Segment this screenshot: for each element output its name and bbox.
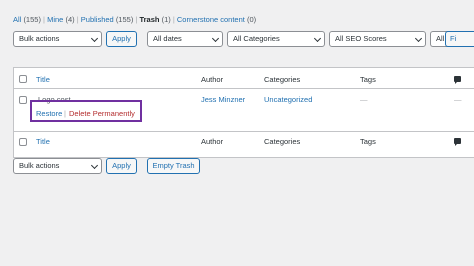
categories-filter-select[interactable]: All Categories: [227, 31, 325, 47]
seo-score-filter-select[interactable]: All SEO Scores: [329, 31, 426, 47]
bulk-actions-select-bottom[interactable]: Bulk actions: [13, 158, 102, 174]
select-all-checkbox-footer[interactable]: [19, 138, 27, 146]
view-all-count: (155): [23, 15, 41, 24]
seo-score-filter-value: All SEO Scores: [335, 34, 387, 43]
column-title-header[interactable]: Title: [36, 75, 50, 84]
view-published-count: (155): [115, 15, 134, 24]
post-category-link[interactable]: Uncategorized: [264, 95, 312, 104]
row-checkbox[interactable]: [19, 96, 27, 104]
apply-button-bottom[interactable]: Apply: [106, 158, 137, 174]
column-title-footer[interactable]: Title: [36, 137, 50, 146]
view-cornerstone-link[interactable]: Cornerstone content: [177, 15, 245, 24]
chevron-down-icon: [414, 34, 423, 43]
view-trash-current[interactable]: Trash: [139, 15, 159, 24]
view-cornerstone-count: (0): [246, 15, 257, 24]
view-mine-link[interactable]: Mine: [47, 15, 63, 24]
status-views: All (155) | Mine (4) | Published (155) |…: [13, 15, 256, 24]
select-all-checkbox[interactable]: [19, 75, 27, 83]
column-categories-footer: Categories: [264, 137, 301, 146]
dates-filter-value: All dates: [153, 34, 182, 43]
empty-trash-button[interactable]: Empty Trash: [147, 158, 200, 174]
dates-filter-select[interactable]: All dates: [147, 31, 223, 47]
view-published-link[interactable]: Published: [81, 15, 114, 24]
view-mine-count: (4): [65, 15, 75, 24]
post-comments-empty: —: [454, 95, 462, 104]
chevron-down-icon: [313, 34, 322, 43]
chevron-down-icon: [90, 161, 99, 170]
bulk-actions-select-top[interactable]: Bulk actions: [13, 31, 102, 47]
column-categories-header: Categories: [264, 75, 301, 84]
comments-column-icon[interactable]: [454, 76, 461, 84]
view-separator: |: [172, 15, 175, 24]
view-all-link[interactable]: All: [13, 15, 21, 24]
view-separator: |: [76, 15, 79, 24]
row-actions-highlight: [30, 100, 142, 122]
post-author-link[interactable]: Jess Minzner: [201, 95, 245, 104]
view-separator: |: [43, 15, 45, 24]
apply-button-top[interactable]: Apply: [106, 31, 137, 47]
footer-divider: [14, 131, 474, 132]
column-tags-header: Tags: [360, 75, 376, 84]
bulk-actions-value: Bulk actions: [19, 161, 60, 170]
header-divider: [14, 88, 474, 89]
column-tags-footer: Tags: [360, 137, 376, 146]
view-separator: |: [135, 15, 138, 24]
categories-filter-value: All Categories: [233, 34, 280, 43]
post-tags-empty: —: [360, 95, 368, 104]
comments-column-icon-footer[interactable]: [454, 138, 461, 146]
chevron-down-icon: [90, 34, 99, 43]
column-author-header: Author: [201, 75, 224, 84]
view-trash-count: (1): [161, 15, 171, 24]
bulk-actions-value: Bulk actions: [19, 34, 60, 43]
chevron-down-icon: [211, 34, 220, 43]
column-author-footer: Author: [201, 137, 224, 146]
filter-button-top[interactable]: Fi: [445, 31, 474, 47]
